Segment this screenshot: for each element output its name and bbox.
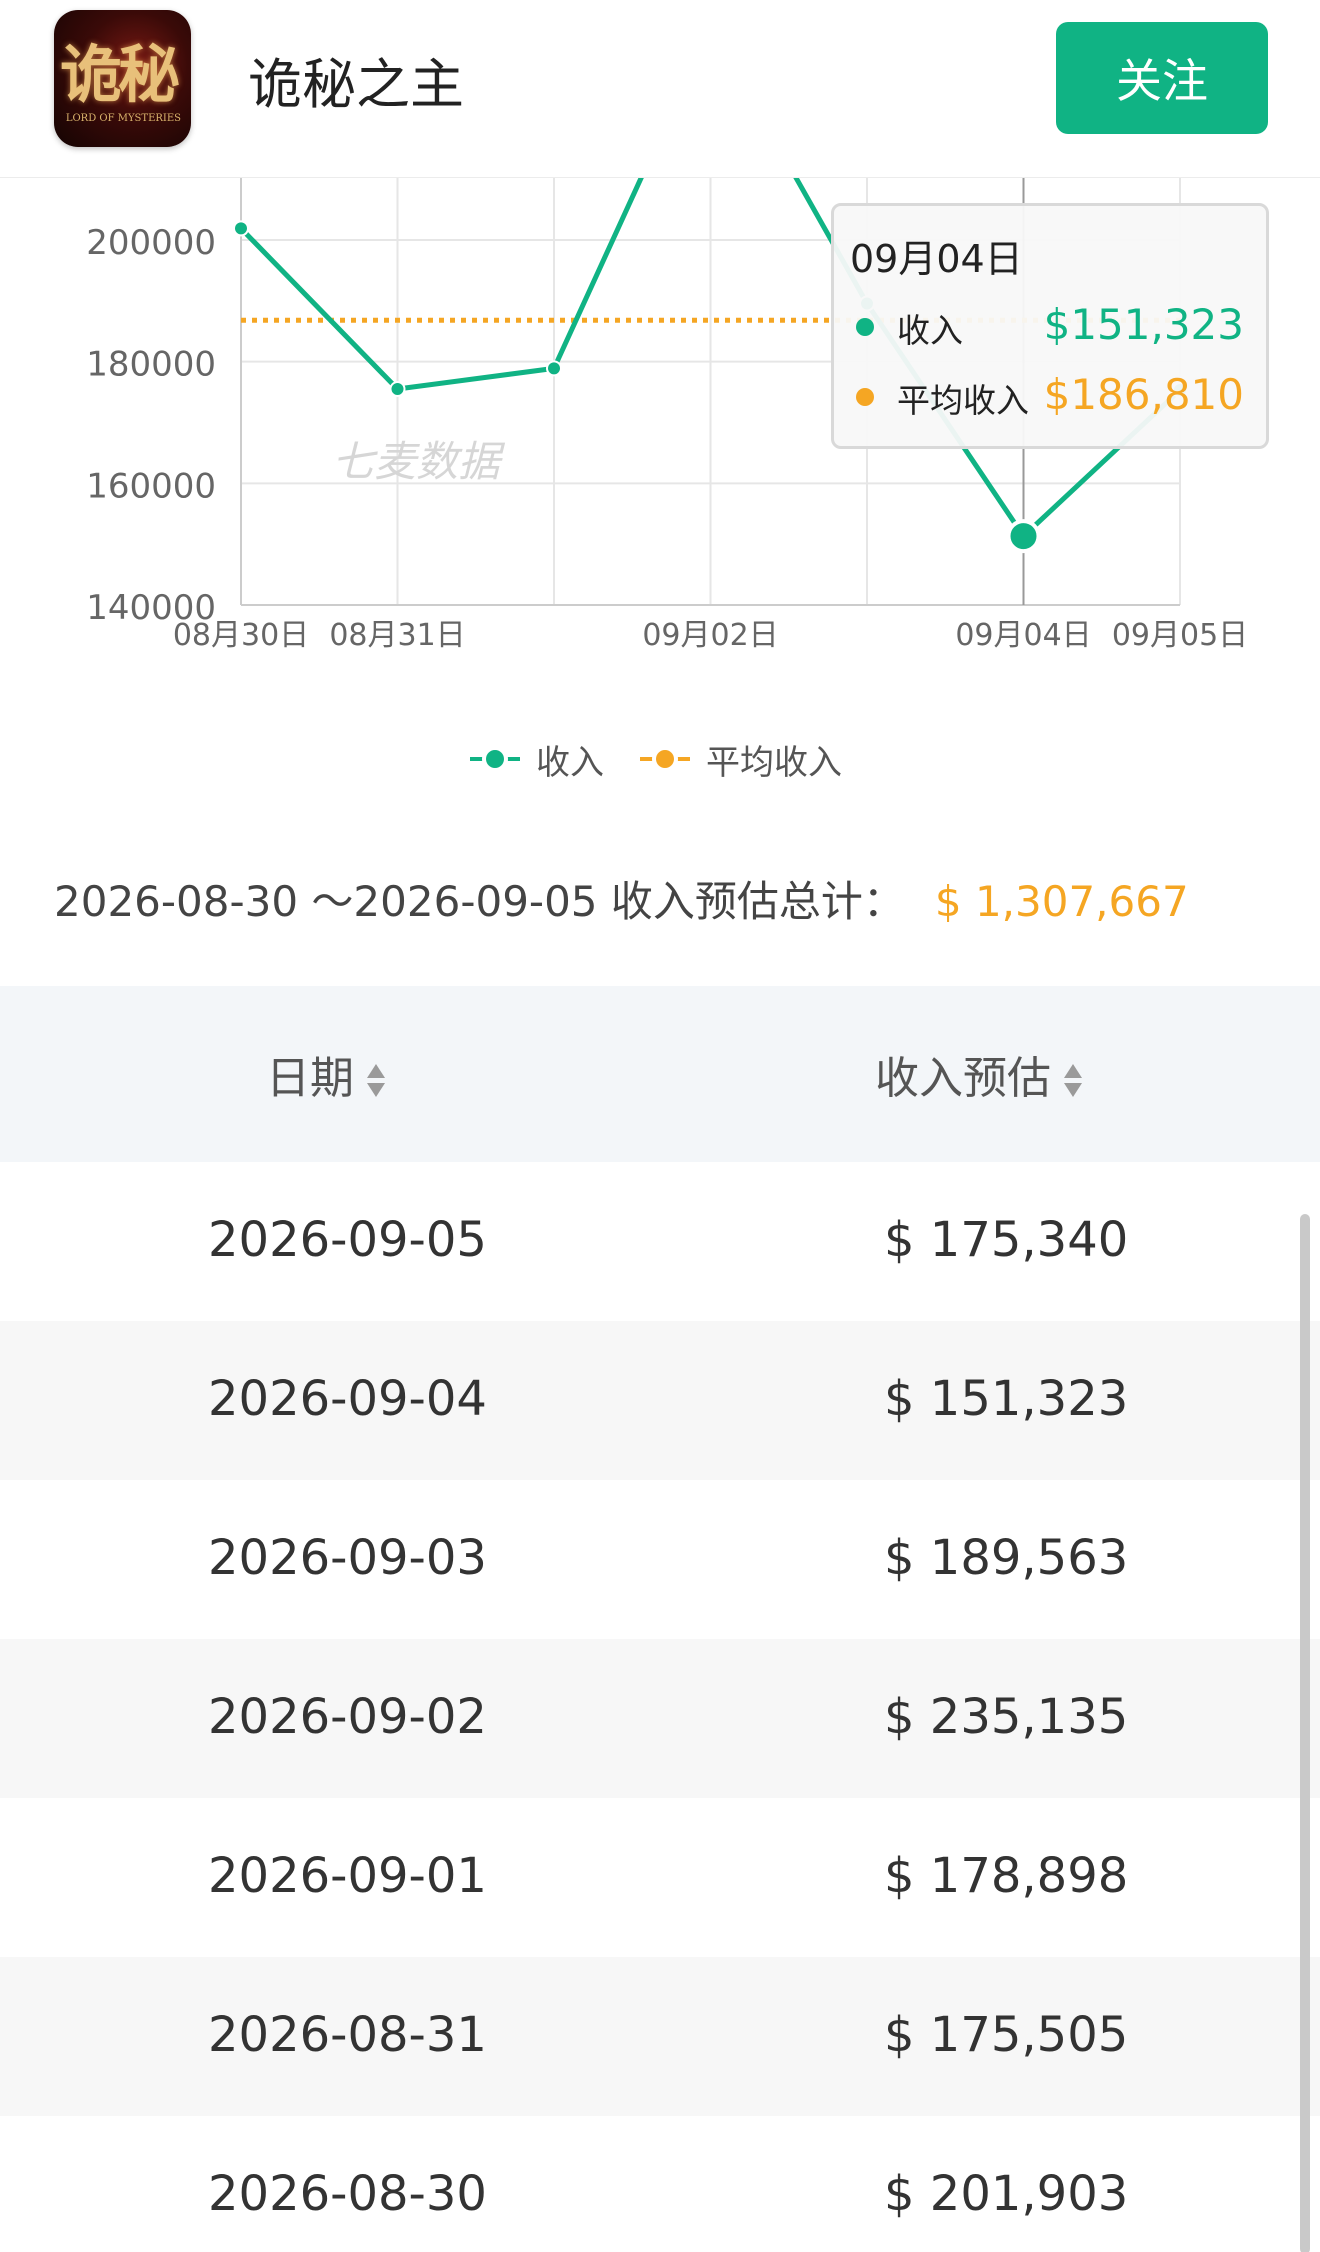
y-tick-label: 180000 <box>86 345 216 385</box>
cell-revenue: $ 151,323 <box>884 1371 1129 1427</box>
tooltip-income-dot <box>856 318 874 336</box>
table-row: 2026-08-30 $ 201,903 <box>0 2116 1320 2252</box>
column-header-revenue[interactable]: 收入预估 <box>875 1042 1083 1106</box>
legend-income-dot <box>482 746 508 772</box>
chart-watermark: 七麦数据 <box>332 437 506 486</box>
app-icon[interactable]: 诡秘 LORD OF MYSTERIES <box>54 10 191 147</box>
cell-date: 2026-08-30 <box>208 2166 487 2222</box>
cell-date: 2026-09-05 <box>208 1212 487 1268</box>
cell-revenue: $ 189,563 <box>884 1530 1129 1586</box>
tooltip-income-value: $151,323 <box>1043 300 1244 349</box>
table-row: 2026-09-03 $ 189,563 <box>0 1480 1320 1639</box>
y-tick-label: 200000 <box>86 223 216 263</box>
column-header-revenue-label: 收入预估 <box>875 1053 1051 1104</box>
legend-income-label: 收入 <box>536 743 604 783</box>
x-tick-label: 08月30日 <box>173 618 309 653</box>
x-tick-label: 09月02日 <box>642 618 778 653</box>
app-header: 诡秘 LORD OF MYSTERIES 诡秘之主 关注 <box>0 0 1320 178</box>
summary-range: 2026-08-30 ～2026-09-05 收入预估总计： <box>54 877 905 926</box>
tooltip-average-value: $186,810 <box>1043 370 1244 419</box>
summary-total: $ 1,307,667 <box>934 877 1189 926</box>
cell-date: 2026-08-31 <box>208 2007 487 2063</box>
x-tick-label: 08月31日 <box>329 618 465 653</box>
app-icon-subtext: LORD OF MYSTERIES <box>65 113 181 124</box>
chart-tooltip: 09月04日 收入 $151,323 平均收入 $186,810 <box>831 203 1269 449</box>
x-tick-label: 09月05日 <box>1112 618 1248 653</box>
tooltip-title: 09月04日 <box>850 237 1023 281</box>
app-title: 诡秘之主 <box>248 53 464 116</box>
income-point <box>233 220 249 237</box>
table-row: 2026-08-31 $ 175,505 <box>0 1957 1320 2116</box>
sort-icon[interactable] <box>1063 1062 1083 1100</box>
table-row: 2026-09-05 $ 175,340 <box>0 1162 1320 1321</box>
table-row: 2026-09-02 $ 235,135 <box>0 1639 1320 1798</box>
follow-button[interactable]: 关注 <box>1056 22 1268 134</box>
cell-revenue: $ 201,903 <box>884 2166 1129 2222</box>
cell-date: 2026-09-02 <box>208 1689 487 1745</box>
page-scrollbar[interactable] <box>1300 1214 1310 2252</box>
cell-date: 2026-09-01 <box>208 1848 487 1904</box>
tooltip-average-label: 平均收入 <box>897 381 1029 420</box>
legend-average-dot <box>652 746 678 772</box>
x-tick-label: 09月04日 <box>955 618 1091 653</box>
app-icon-glyph: 诡秘 <box>60 38 180 111</box>
cell-revenue: $ 175,505 <box>884 2007 1129 2063</box>
income-point <box>1006 519 1041 554</box>
table-row: 2026-09-01 $ 178,898 <box>0 1798 1320 1957</box>
table-row: 2026-09-04 $ 151,323 <box>0 1321 1320 1480</box>
cell-date: 2026-09-03 <box>208 1530 487 1586</box>
tooltip-row-income: 收入 $151,323 <box>834 300 1266 350</box>
column-header-date-label: 日期 <box>266 1053 354 1104</box>
legend-average-label: 平均收入 <box>706 743 842 783</box>
revenue-summary: 2026-08-30 ～2026-09-05 收入预估总计： $ 1,307,66… <box>54 868 1189 929</box>
chart-legend: 收入 平均收入 <box>0 730 1320 786</box>
income-point <box>389 381 406 398</box>
cell-revenue: $ 235,135 <box>884 1689 1129 1745</box>
income-point <box>546 360 562 377</box>
tooltip-average-dot <box>856 388 874 406</box>
tooltip-row-average: 平均收入 $186,810 <box>834 370 1266 420</box>
cell-revenue: $ 175,340 <box>884 1212 1129 1268</box>
sort-icon[interactable] <box>366 1062 386 1100</box>
table-header: 日期 收入预估 <box>0 986 1320 1162</box>
column-header-date[interactable]: 日期 <box>266 1042 386 1106</box>
cell-date: 2026-09-04 <box>208 1371 487 1427</box>
tooltip-income-label: 收入 <box>897 311 963 350</box>
y-tick-label: 160000 <box>86 466 216 506</box>
cell-revenue: $ 178,898 <box>884 1848 1129 1904</box>
